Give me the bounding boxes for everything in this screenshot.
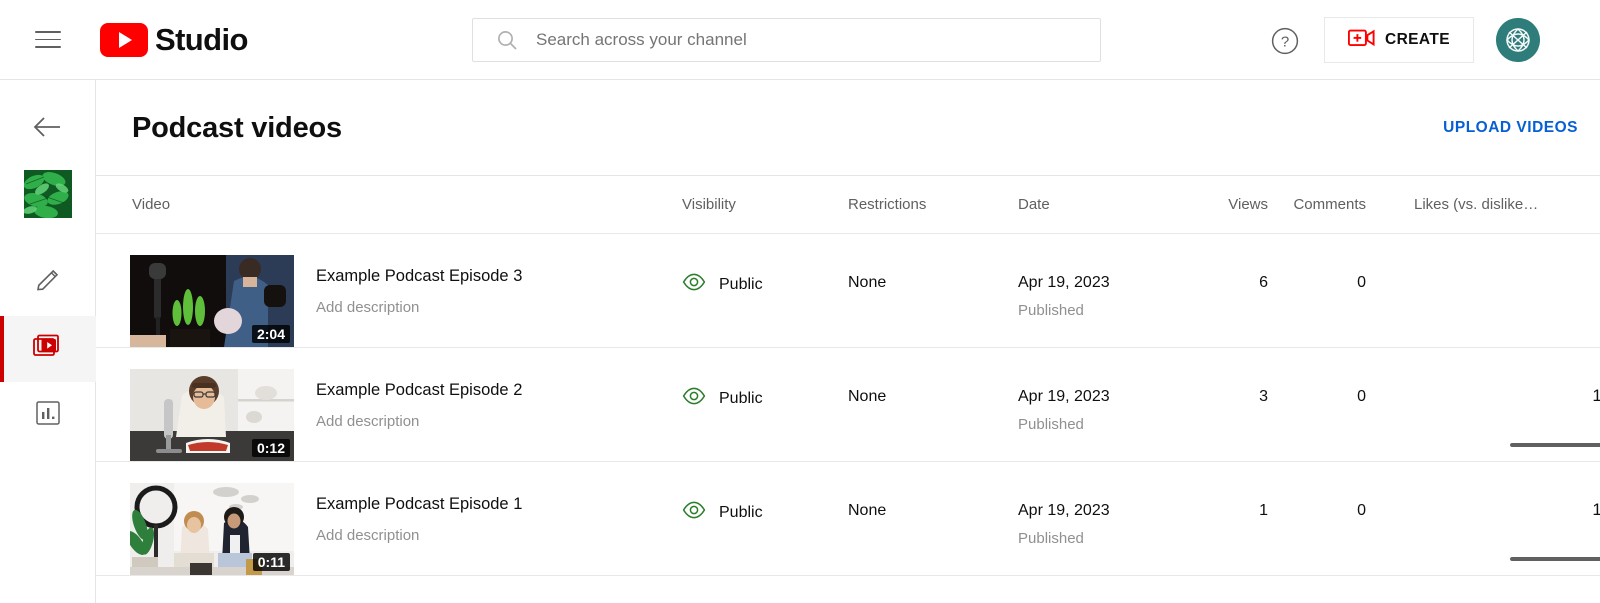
hamburger-icon[interactable] bbox=[28, 20, 68, 60]
date-value: Apr 19, 2023 bbox=[1018, 274, 1110, 292]
views-value: 1 bbox=[1196, 502, 1268, 520]
table-header-row: Video Visibility Restrictions Date Views… bbox=[96, 176, 1600, 234]
video-title[interactable]: Example Podcast Episode 3 bbox=[316, 267, 522, 286]
main-content: Podcast videos UPLOAD VIDEOS Video Visib… bbox=[96, 80, 1600, 603]
hamburger-bar bbox=[35, 39, 61, 41]
page-header: Podcast videos UPLOAD VIDEOS bbox=[96, 80, 1600, 176]
brand-label: Studio bbox=[155, 22, 248, 58]
likes-ratio-bar bbox=[1510, 443, 1600, 447]
search-bar[interactable] bbox=[472, 18, 1101, 62]
video-library-icon bbox=[32, 332, 64, 367]
column-header-likes[interactable]: Likes (vs. dislike… bbox=[1414, 196, 1600, 213]
column-header-restrictions[interactable]: Restrictions bbox=[848, 196, 926, 213]
column-header-video[interactable]: Video bbox=[132, 196, 170, 213]
likes-ratio-fill bbox=[1510, 443, 1600, 447]
video-title[interactable]: Example Podcast Episode 1 bbox=[316, 495, 522, 514]
video-title[interactable]: Example Podcast Episode 2 bbox=[316, 381, 522, 400]
restrictions-value: None bbox=[848, 274, 886, 292]
video-description-placeholder[interactable]: Add description bbox=[316, 413, 419, 430]
restrictions-value: None bbox=[848, 388, 886, 406]
bar-chart-icon bbox=[34, 399, 62, 432]
visibility-label: Public bbox=[719, 390, 763, 408]
video-thumbnail[interactable]: 0:11 bbox=[130, 483, 294, 575]
date-value: Apr 19, 2023 bbox=[1018, 502, 1110, 520]
video-duration: 2:04 bbox=[252, 325, 290, 343]
column-header-date[interactable]: Date bbox=[1018, 196, 1050, 213]
hamburger-bar bbox=[35, 31, 61, 33]
videos-table: Video Visibility Restrictions Date Views… bbox=[96, 176, 1600, 576]
create-button[interactable]: CREATE bbox=[1324, 17, 1474, 63]
help-circle-icon[interactable]: ? bbox=[1268, 24, 1302, 58]
column-header-visibility[interactable]: Visibility bbox=[682, 196, 736, 213]
play-triangle-icon bbox=[119, 32, 132, 48]
likes-ratio-fill bbox=[1510, 557, 1600, 561]
column-header-comments[interactable]: Comments bbox=[1282, 196, 1366, 213]
likes-percent: 100.0% bbox=[1396, 500, 1600, 520]
video-thumbnail[interactable]: 0:12 bbox=[130, 369, 294, 461]
studio-brand-logo[interactable]: Studio bbox=[100, 22, 248, 58]
views-value: 3 bbox=[1196, 388, 1268, 406]
arrow-left-icon[interactable] bbox=[28, 107, 68, 152]
table-row[interactable]: 2:04 Example Podcast Episode 3 Add descr… bbox=[96, 234, 1600, 348]
youtube-logo-icon bbox=[100, 23, 148, 57]
comments-value: 0 bbox=[1282, 502, 1366, 520]
video-thumbnail[interactable]: 2:04 bbox=[130, 255, 294, 347]
date-status: Published bbox=[1018, 302, 1084, 319]
video-description-placeholder[interactable]: Add description bbox=[316, 299, 419, 316]
video-duration: 0:11 bbox=[253, 553, 290, 571]
likes-value: – bbox=[1396, 272, 1600, 292]
comments-value: 0 bbox=[1282, 274, 1366, 292]
pencil-icon bbox=[33, 266, 63, 301]
date-value: Apr 19, 2023 bbox=[1018, 388, 1110, 406]
left-nav-rail bbox=[0, 80, 96, 603]
restrictions-value: None bbox=[848, 502, 886, 520]
channel-avatar[interactable] bbox=[24, 170, 72, 218]
visibility-cell[interactable]: Public bbox=[682, 387, 763, 410]
visibility-cell[interactable]: Public bbox=[682, 273, 763, 296]
video-description-placeholder[interactable]: Add description bbox=[316, 527, 419, 544]
top-app-bar: Studio ? bbox=[0, 0, 1600, 80]
eye-icon bbox=[682, 273, 706, 296]
likes-count: 1 like bbox=[1396, 415, 1600, 432]
table-row[interactable]: 0:12 Example Podcast Episode 2 Add descr… bbox=[96, 348, 1600, 462]
eye-icon bbox=[682, 501, 706, 524]
sidebar-item-customization[interactable] bbox=[0, 250, 96, 316]
search-icon bbox=[495, 28, 519, 52]
column-header-views[interactable]: Views bbox=[1196, 196, 1268, 213]
sidebar-item-analytics[interactable] bbox=[0, 382, 96, 448]
table-row[interactable]: 0:11 Example Podcast Episode 1 Add descr… bbox=[96, 462, 1600, 576]
eye-icon bbox=[682, 387, 706, 410]
date-status: Published bbox=[1018, 416, 1084, 433]
likes-ratio-bar bbox=[1510, 557, 1600, 561]
avatar[interactable] bbox=[1496, 18, 1540, 62]
likes-percent: 100.0% bbox=[1396, 386, 1600, 406]
date-status: Published bbox=[1018, 530, 1084, 547]
sidebar-item-content[interactable] bbox=[0, 316, 96, 382]
likes-count: 1 like bbox=[1396, 529, 1600, 546]
visibility-label: Public bbox=[719, 276, 763, 294]
page-title: Podcast videos bbox=[132, 112, 342, 145]
visibility-cell[interactable]: Public bbox=[682, 501, 763, 524]
upload-videos-button[interactable]: UPLOAD VIDEOS bbox=[1443, 119, 1578, 137]
create-button-label: CREATE bbox=[1385, 31, 1450, 49]
visibility-label: Public bbox=[719, 504, 763, 522]
hamburger-bar bbox=[35, 46, 61, 48]
video-plus-icon bbox=[1348, 28, 1375, 53]
views-value: 6 bbox=[1196, 274, 1268, 292]
youtube-studio-window: Studio ? bbox=[0, 0, 1600, 603]
search-input[interactable] bbox=[536, 30, 1066, 50]
video-duration: 0:12 bbox=[252, 439, 290, 457]
comments-value: 0 bbox=[1282, 388, 1366, 406]
svg-text:?: ? bbox=[1281, 34, 1289, 51]
